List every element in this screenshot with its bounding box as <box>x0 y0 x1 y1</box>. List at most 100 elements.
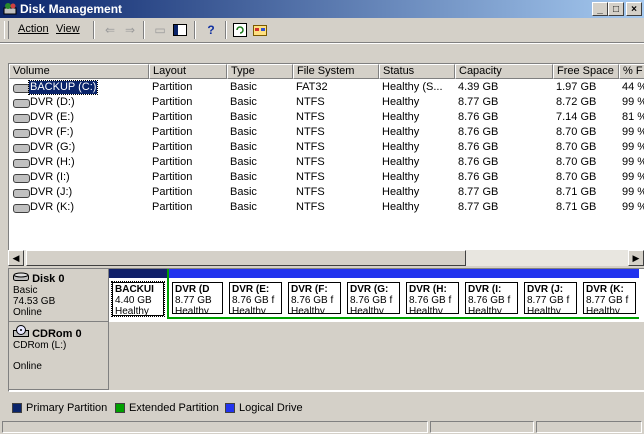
column-header-type[interactable]: Type <box>227 64 293 79</box>
cdrom0-media-area[interactable] <box>109 322 644 390</box>
partition-color-bar <box>344 269 403 278</box>
volume-type-cell: Basic <box>230 96 257 108</box>
column-header-percent-free[interactable]: % F <box>619 64 644 79</box>
volume-icon <box>13 174 30 183</box>
volume-status-cell: Healthy <box>382 126 420 138</box>
help-icon[interactable]: ? <box>202 21 220 39</box>
volume-name[interactable]: DVR (D:) <box>29 96 76 109</box>
partition-label: DVR (I: <box>468 284 502 295</box>
volume-name[interactable]: DVR (I:) <box>29 171 71 184</box>
partition-color-bar <box>403 269 462 278</box>
partition-0[interactable]: BACKUI 4.40 GB Healthy <box>109 269 167 319</box>
disk-graphical-view: Disk 0 Basic 74.53 GB Online BACKUI 4.40 … <box>8 268 644 392</box>
toolbar-separator <box>93 21 95 39</box>
menu-view[interactable]: View <box>56 23 80 35</box>
scroll-left-arrow-icon[interactable]: ◀ <box>8 250 24 266</box>
toolbar-separator <box>225 21 227 39</box>
volume-type-cell: Basic <box>230 186 257 198</box>
minimize-button[interactable]: _ <box>592 2 608 16</box>
volume-name[interactable]: DVR (J:) <box>29 186 73 199</box>
column-header-capacity[interactable]: Capacity <box>455 64 553 79</box>
volume-layout-cell: Partition <box>152 126 193 138</box>
volume-row[interactable]: DVR (K:) Partition Basic NTFS Healthy 8.77 GB… <box>9 200 644 215</box>
volume-name[interactable]: DVR (F:) <box>29 126 74 139</box>
partition-8[interactable]: DVR (K: 8.77 GB f Healthy <box>580 269 639 319</box>
partition-2[interactable]: DVR (E: 8.76 GB f Healthy <box>226 269 285 319</box>
partition-size: 8.76 GB f <box>409 295 452 306</box>
scrollbar-thumb[interactable] <box>26 250 466 266</box>
partition-3[interactable]: DVR (F: 8.76 GB f Healthy <box>285 269 344 319</box>
volume-name[interactable]: BACKUP (C:) <box>27 80 99 95</box>
toolbar-grip[interactable] <box>4 21 9 39</box>
volume-fs-cell: NTFS <box>296 111 325 123</box>
volume-fs-cell: NTFS <box>296 171 325 183</box>
window-title: Disk Management <box>20 2 123 16</box>
volume-row[interactable]: DVR (F:) Partition Basic NTFS Healthy 8.76 GB… <box>9 125 644 140</box>
partition-6[interactable]: DVR (I: 8.76 GB f Healthy <box>462 269 521 319</box>
column-header-free-space[interactable]: Free Space <box>553 64 619 79</box>
volume-free-cell: 8.70 GB <box>556 156 597 168</box>
partition-4[interactable]: DVR (G: 8.76 GB f Healthy <box>344 269 403 319</box>
partition-status: Healthy <box>291 306 325 314</box>
partition-size: 8.76 GB f <box>291 295 334 306</box>
cdrom0-info[interactable]: CDRom 0 CDRom (L:) Online <box>9 322 109 390</box>
horizontal-scrollbar[interactable]: ◀ ▶ <box>8 250 644 266</box>
legend-swatch-extended <box>115 403 125 413</box>
volume-row[interactable]: DVR (I:) Partition Basic NTFS Healthy 8.76 GB… <box>9 170 644 185</box>
toolbar-separator <box>194 21 196 39</box>
legend-primary-label: Primary Partition <box>26 402 108 414</box>
volume-capacity-cell: 8.76 GB <box>458 126 499 138</box>
volume-pct-cell: 99 % <box>622 186 644 198</box>
column-header-layout[interactable]: Layout <box>149 64 227 79</box>
menu-action[interactable]: Action <box>18 23 49 35</box>
partition-label: BACKUI <box>115 284 154 295</box>
partition-size: 8.77 GB <box>175 295 212 306</box>
volume-status-cell: Healthy <box>382 186 420 198</box>
status-pane-secondary <box>430 421 534 433</box>
volume-type-cell: Basic <box>230 171 257 183</box>
maximize-button[interactable]: □ <box>608 2 624 16</box>
show-hide-console-tree-icon[interactable] <box>171 21 189 39</box>
volume-name[interactable]: DVR (K:) <box>29 201 75 214</box>
volume-row[interactable]: DVR (D:) Partition Basic NTFS Healthy 8.77 GB… <box>9 95 644 110</box>
legend-logical-label: Logical Drive <box>239 402 303 414</box>
scroll-right-arrow-icon[interactable]: ▶ <box>628 250 644 266</box>
volume-name[interactable]: DVR (G:) <box>29 141 76 154</box>
volume-row[interactable]: DVR (H:) Partition Basic NTFS Healthy 8.76 GB… <box>9 155 644 170</box>
volume-type-cell: Basic <box>230 126 257 138</box>
volume-list[interactable]: Volume Layout Type File System Status Ca… <box>8 63 644 251</box>
refresh-icon[interactable] <box>231 21 249 39</box>
volume-icon <box>13 129 30 138</box>
up-folder-icon[interactable]: ▭ <box>151 21 169 39</box>
volume-capacity-cell: 8.76 GB <box>458 111 499 123</box>
volume-free-cell: 8.70 GB <box>556 126 597 138</box>
back-arrow-icon[interactable]: ⇐ <box>101 21 119 39</box>
volume-icon <box>13 159 30 168</box>
partition-box: DVR (K: 8.77 GB f Healthy <box>583 282 636 314</box>
volume-capacity-cell: 8.76 GB <box>458 156 499 168</box>
partition-color-bar <box>226 269 285 278</box>
volume-fs-cell: NTFS <box>296 126 325 138</box>
column-header-volume[interactable]: Volume <box>9 64 149 79</box>
disk0-state: Online <box>13 307 42 318</box>
partition-7[interactable]: DVR (J: 8.77 GB f Healthy <box>521 269 580 319</box>
volume-row[interactable]: DVR (E:) Partition Basic NTFS Healthy 8.76 GB… <box>9 110 644 125</box>
volume-name[interactable]: DVR (H:) <box>29 156 76 169</box>
disk0-info[interactable]: Disk 0 Basic 74.53 GB Online <box>9 269 109 322</box>
volume-row[interactable]: BACKUP (C:) Partition Basic FAT32 Healthy (S… <box>9 80 644 95</box>
volume-row[interactable]: DVR (G:) Partition Basic NTFS Healthy 8.76 GB… <box>9 140 644 155</box>
column-header-status[interactable]: Status <box>379 64 455 79</box>
volume-name[interactable]: DVR (E:) <box>29 111 75 124</box>
close-button[interactable]: × <box>626 2 642 16</box>
forward-arrow-icon[interactable]: ⇒ <box>121 21 139 39</box>
volume-pct-cell: 44 % <box>622 81 644 93</box>
volume-fs-cell: FAT32 <box>296 81 328 93</box>
column-header-file-system[interactable]: File System <box>293 64 379 79</box>
properties-icon[interactable] <box>251 21 269 39</box>
title-bar: Disk Management _ □ × <box>0 0 644 18</box>
volume-row[interactable]: DVR (J:) Partition Basic NTFS Healthy 8.77 GB… <box>9 185 644 200</box>
partition-1[interactable]: DVR (D 8.77 GB Healthy <box>167 269 226 319</box>
disk0-type: Basic <box>13 285 38 296</box>
partition-color-bar <box>580 269 639 278</box>
partition-5[interactable]: DVR (H: 8.76 GB f Healthy <box>403 269 462 319</box>
